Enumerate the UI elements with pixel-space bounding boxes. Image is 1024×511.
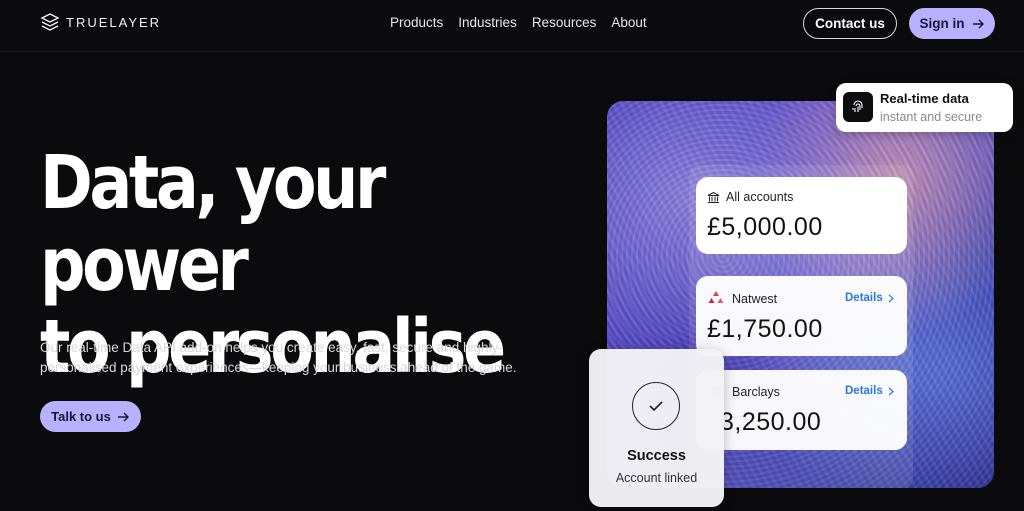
contact-us-label: Contact us bbox=[815, 16, 885, 31]
account-label: Barclays bbox=[732, 385, 780, 399]
success-subtitle: Account linked bbox=[615, 471, 698, 485]
natwest-account-card: Natwest Details £1,750.00 bbox=[696, 276, 907, 356]
bank-icon bbox=[707, 191, 720, 203]
page: TRUELAYER Products Industries Resources … bbox=[0, 0, 1024, 511]
success-card: Success Account linked bbox=[589, 349, 724, 507]
truelayer-logo-icon bbox=[40, 13, 60, 31]
main-nav: Products Industries Resources About bbox=[390, 15, 647, 30]
nav-products[interactable]: Products bbox=[390, 15, 443, 30]
barclays-details-link[interactable]: Details bbox=[845, 385, 883, 397]
sign-in-button[interactable]: Sign in bbox=[909, 8, 995, 39]
hero-subtitle-line-2: personalised payment experiences—keeping… bbox=[40, 360, 517, 375]
hero-subtitle: Our real-time Data API add-on helps you … bbox=[40, 338, 520, 378]
barclays-account-card: Barclays Details 3,250.00 bbox=[696, 370, 907, 450]
account-amount: £1,750.00 bbox=[707, 315, 823, 343]
logo-text: TRUELAYER bbox=[66, 14, 162, 30]
chevron-right-icon bbox=[888, 294, 894, 303]
account-label: Natwest bbox=[732, 292, 778, 306]
chevron-right-icon bbox=[888, 387, 894, 396]
top-navigation: TRUELAYER Products Industries Resources … bbox=[0, 0, 1024, 52]
success-title: Success bbox=[627, 448, 686, 464]
natwest-logo-icon bbox=[708, 291, 724, 303]
contact-us-button[interactable]: Contact us bbox=[803, 8, 897, 39]
realtime-data-badge: Real-time data instant and secure bbox=[836, 83, 1013, 132]
nav-about[interactable]: About bbox=[611, 15, 646, 30]
truelayer-logo[interactable]: TRUELAYER bbox=[40, 12, 161, 32]
all-accounts-card: All accounts £5,000.00 bbox=[696, 177, 907, 254]
account-label: All accounts bbox=[726, 190, 794, 204]
fingerprint-icon bbox=[843, 92, 873, 122]
account-amount: £5,000.00 bbox=[707, 213, 823, 241]
sign-in-label: Sign in bbox=[919, 16, 965, 31]
nav-resources[interactable]: Resources bbox=[532, 15, 597, 30]
checkmark-icon bbox=[632, 382, 680, 430]
account-amount: 3,250.00 bbox=[720, 408, 822, 436]
arrow-right-icon bbox=[972, 19, 984, 28]
talk-to-us-button[interactable]: Talk to us bbox=[40, 401, 141, 432]
hero-subtitle-line-1: Our real-time Data API add-on helps you … bbox=[40, 340, 503, 355]
badge-subtitle: instant and secure bbox=[880, 110, 983, 124]
natwest-details-link[interactable]: Details bbox=[845, 292, 883, 304]
badge-title: Real-time data bbox=[880, 91, 969, 106]
arrow-right-icon bbox=[117, 412, 129, 421]
talk-to-us-label: Talk to us bbox=[51, 409, 111, 424]
hero-title-line-1: Data, your power bbox=[40, 140, 386, 308]
nav-industries[interactable]: Industries bbox=[458, 15, 517, 30]
